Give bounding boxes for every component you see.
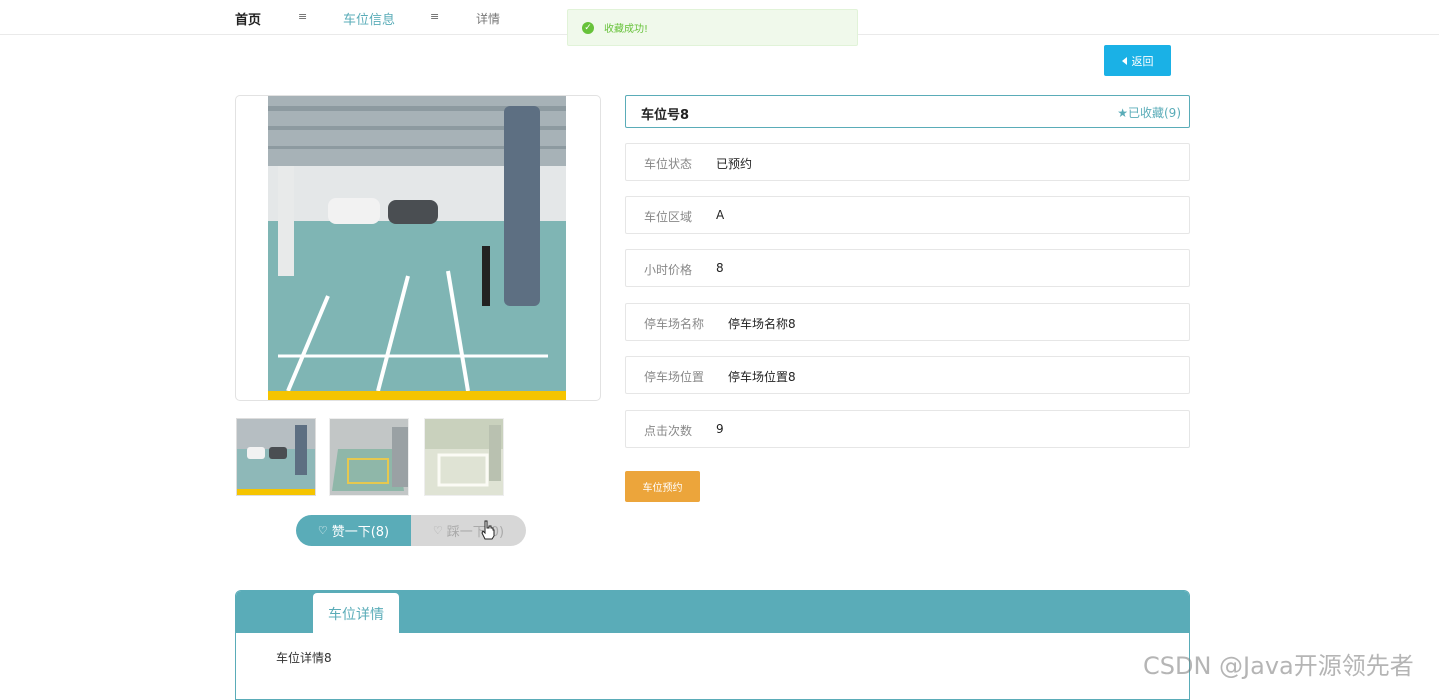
field-label: 点击次数 <box>644 424 693 438</box>
success-toast: ✓ 收藏成功! <box>567 9 858 46</box>
detail-panel: 车位详情 车位详情8 <box>235 590 1190 700</box>
star-icon: ★ <box>1117 106 1128 120</box>
field-value: 停车场名称8 <box>728 317 796 331</box>
thumbs-up-icon: ♡ <box>317 524 328 537</box>
thumbnail-3[interactable] <box>424 418 504 496</box>
back-button[interactable]: 返回 <box>1104 45 1171 76</box>
parking-garage-photo <box>268 96 566 400</box>
thumbnail-2[interactable] <box>329 418 409 496</box>
dislike-button[interactable]: ♡ 踩一下(0) <box>411 515 526 546</box>
thumbnail-image <box>425 419 503 495</box>
thumbnail-image <box>330 419 408 495</box>
field-click-count: 点击次数 9 <box>625 410 1190 448</box>
field-value: 9 <box>716 422 724 436</box>
check-circle-icon: ✓ <box>582 21 594 34</box>
back-button-label: 返回 <box>1131 54 1154 68</box>
parking-title: 车位号8 <box>641 108 690 123</box>
field-label: 车位区域 <box>644 210 693 224</box>
field-value: 已预约 <box>716 157 753 171</box>
toast-message: 收藏成功! <box>604 24 649 35</box>
field-value: A <box>716 208 725 222</box>
like-label: 赞一下(8) <box>331 525 390 540</box>
parking-title-row: 车位号8 ★已收藏(9) <box>625 95 1190 128</box>
reserve-button[interactable]: 车位预约 <box>625 471 700 502</box>
breadcrumb-section-link[interactable]: 车位信息 <box>343 9 395 28</box>
like-button[interactable]: ♡ 赞一下(8) <box>296 515 411 546</box>
field-label: 车位状态 <box>644 157 693 171</box>
watermark: CSDN @Java开源领先者 <box>1143 652 1414 680</box>
breadcrumb-separator: ≡ <box>430 10 440 23</box>
field-status: 车位状态 已预约 <box>625 143 1190 181</box>
field-label: 停车场位置 <box>644 370 705 384</box>
field-value: 8 <box>716 261 724 275</box>
favorite-button[interactable]: ★已收藏(9) <box>1117 104 1181 121</box>
thumbnail-image <box>237 419 315 495</box>
field-area: 车位区域 A <box>625 196 1190 234</box>
tab-detail[interactable]: 车位详情 <box>313 593 399 634</box>
main-image-frame <box>235 95 601 401</box>
breadcrumb-separator: ≡ <box>298 10 308 23</box>
field-lot-name: 停车场名称 停车场名称8 <box>625 303 1190 341</box>
breadcrumb-home-link[interactable]: 首页 <box>235 9 261 28</box>
breadcrumb-current: 详情 <box>476 12 501 26</box>
field-lot-location: 停车场位置 停车场位置8 <box>625 356 1190 394</box>
caret-left-icon <box>1121 56 1127 65</box>
thumbnail-1[interactable] <box>236 418 316 496</box>
thumbs-down-icon: ♡ <box>432 524 443 537</box>
field-hourly-price: 小时价格 8 <box>625 249 1190 287</box>
detail-content: 车位详情8 <box>276 651 332 665</box>
hand-cursor-icon <box>481 520 495 540</box>
field-label: 小时价格 <box>644 263 693 277</box>
field-label: 停车场名称 <box>644 317 705 331</box>
field-value: 停车场位置8 <box>728 370 796 384</box>
detail-tab-bar: 车位详情 <box>236 591 1189 634</box>
favorite-label: 已收藏(9) <box>1128 106 1181 120</box>
